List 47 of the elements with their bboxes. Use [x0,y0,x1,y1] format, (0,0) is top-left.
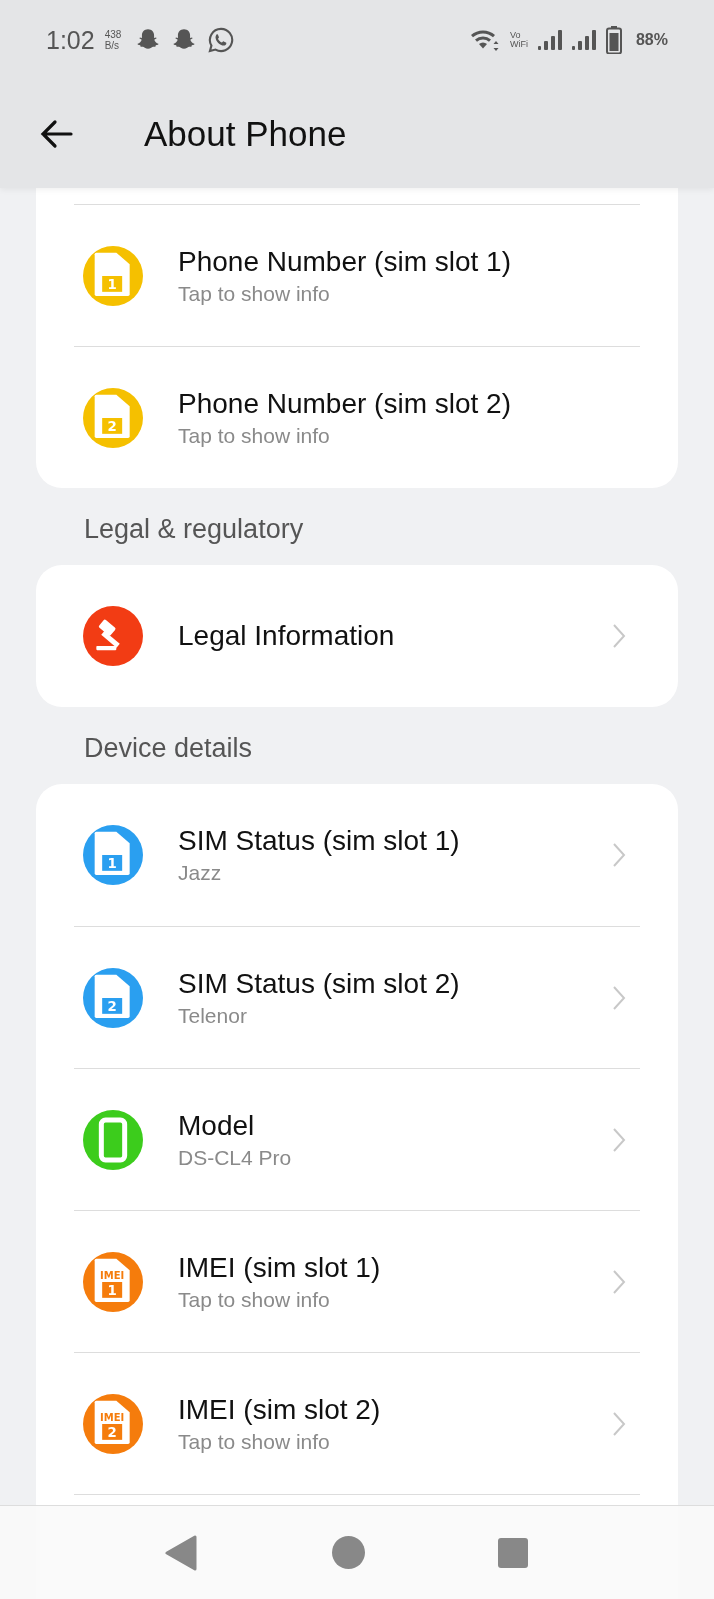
sim-card-icon: 1 [83,825,143,885]
row-title: IMEI (sim slot 1) [178,1251,382,1284]
sim-card-icon: 2 [83,967,143,1028]
row-title: IMEI (sim slot 2) [178,1393,382,1426]
settings-row[interactable]: 2 SIM Status (sim slot 2) Telenor [74,926,640,1068]
sim-card-icon: 2 [83,387,143,448]
clock-time: 1:02 [46,25,95,55]
settings-row[interactable]: 1 IMEI IMEI (sim slot 1) Tap to show info [74,1210,640,1352]
row-subtitle: Tap to show info [178,1429,331,1454]
row-title: Model [178,1109,256,1142]
back-triangle-icon[interactable] [164,1534,198,1571]
page-title: About Phone [144,114,347,154]
settings-row[interactable]: 1 Phone Number (sim slot 1) Tap to show info [74,204,640,346]
volte-label: Vo [509,31,522,40]
settings-row[interactable]: 2 Phone Number (sim slot 2) Tap to show info [74,346,640,488]
sim-card-icon: 2 IMEI [83,1393,143,1454]
wifi-calling-label: WiFi [509,40,528,49]
row-subtitle: DS-CL4 Pro [178,1145,293,1170]
settings-row[interactable]: Legal Information [74,565,640,707]
row-title: Legal Information [178,620,396,652]
row-subtitle: Jazz [178,861,223,885]
chat-bubble-icon [207,26,236,54]
row-title: SIM Status (sim slot 2) [178,967,461,1000]
network-speed-value: 438 [104,29,122,40]
settings-row[interactable]: 2 IMEI IMEI (sim slot 2) Tap to show info [74,1352,640,1494]
settings-row[interactable]: 1 SIM Status (sim slot 1) Jazz [74,784,640,926]
network-speed-unit: B/s [104,40,121,51]
sim-card-icon: 1 IMEI [83,1251,143,1312]
back-arrow-icon [40,119,74,149]
settings-row[interactable]: Model DS-CL4 Pro [74,1068,640,1210]
row-subtitle: Tap to show info [178,281,331,306]
row-title: SIM Status (sim slot 1) [178,825,461,857]
wifi-icon [469,27,500,53]
battery-icon [605,26,622,54]
recents-square-icon[interactable] [498,1537,528,1568]
row-subtitle: Tap to show info [178,1287,331,1312]
sim-card-icon: 1 [83,245,143,306]
section-header: Legal & regulatory [83,513,305,546]
row-title: Phone Number (sim slot 2) [178,387,512,420]
section-header: Device details [83,732,254,765]
home-circle-icon[interactable] [331,1536,365,1569]
row-title: Phone Number (sim slot 1) [178,245,512,278]
battery-percentage: 88% [635,31,668,49]
signal-icon [571,29,596,51]
row-subtitle: Telenor [178,1003,248,1028]
signal-icon [537,29,562,51]
row-subtitle: Tap to show info [178,423,331,448]
